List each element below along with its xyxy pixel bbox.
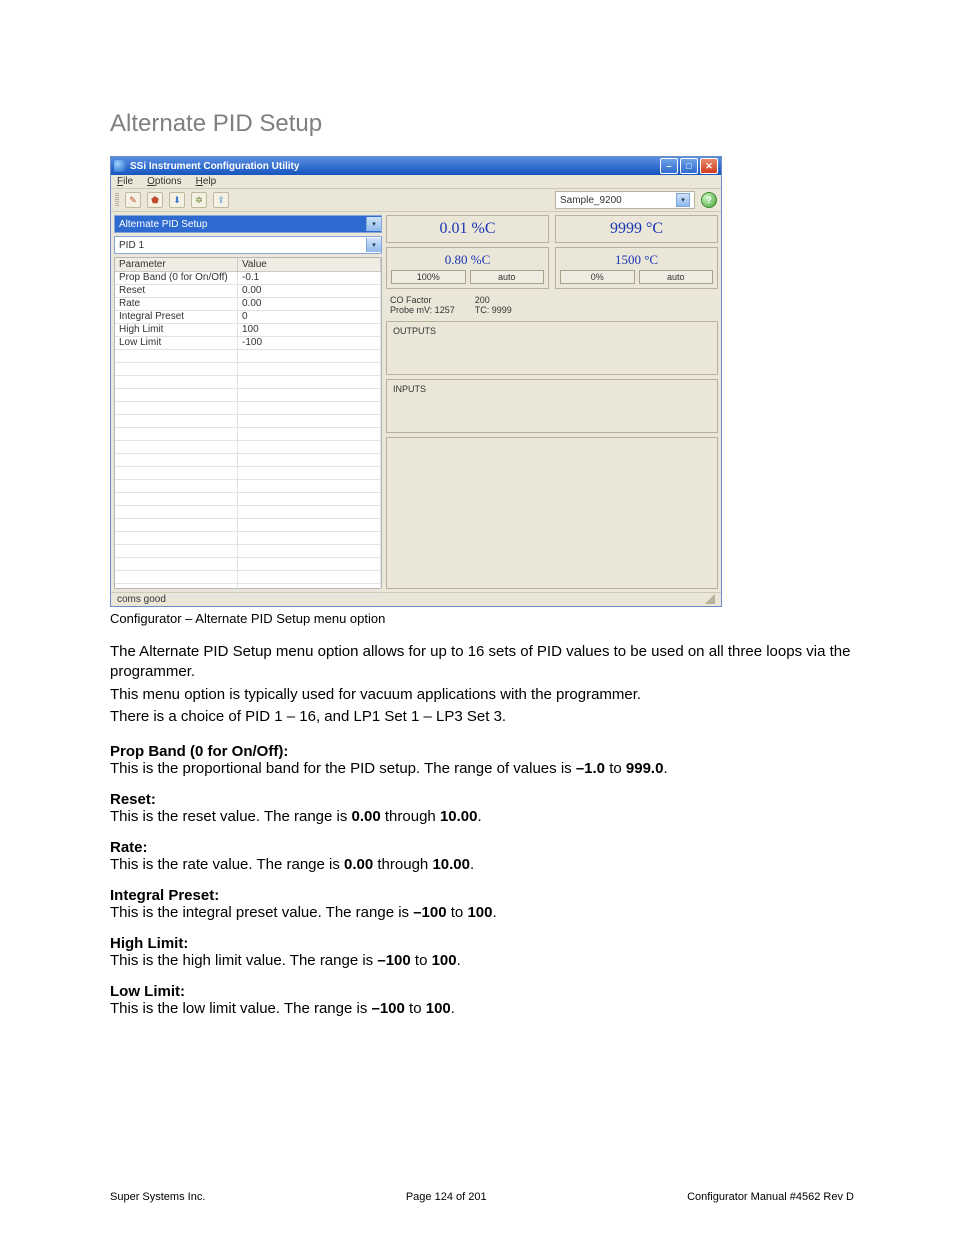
pv2-box: 9999 °C — [555, 215, 718, 243]
param-value: 0 — [238, 311, 381, 324]
sample-value: Sample_9200 — [560, 195, 622, 206]
stop-icon[interactable]: ⬟ — [147, 192, 163, 208]
table-row[interactable]: Integral Preset0 — [115, 311, 381, 324]
page-heading: Alternate PID Setup — [110, 110, 854, 138]
sp1-value: 0.80 %C — [391, 252, 544, 268]
pid-combo-value: PID 1 — [115, 240, 366, 251]
table-row[interactable]: High Limit100 — [115, 324, 381, 337]
help-icon[interactable]: ? — [701, 192, 717, 208]
col-parameter: Parameter — [115, 258, 238, 272]
window-title: SSi Instrument Configuration Utility — [130, 161, 299, 172]
param-name: Reset — [115, 285, 238, 298]
parameter-table: Parameter Value Prop Band (0 for On/Off)… — [114, 257, 382, 589]
titlebar: SSi Instrument Configuration Utility – □… — [111, 157, 721, 175]
connect-icon[interactable]: ✎ — [125, 192, 141, 208]
param-name: High Limit — [115, 324, 238, 337]
param-value: -100 — [238, 337, 381, 350]
param-name: Integral Preset — [115, 311, 238, 324]
intro-3: There is a choice of PID 1 – 16, and LP1… — [110, 707, 854, 727]
sample-selector[interactable]: Sample_9200 ▾ — [555, 191, 695, 209]
menu-options[interactable]: Options — [147, 176, 181, 187]
toolbar-grip — [115, 193, 119, 207]
pv1-value: 0.01 %C — [391, 220, 544, 238]
pid-combo[interactable]: PID 1 ▾ — [114, 236, 382, 254]
menubar: File Options Help — [111, 175, 721, 189]
tc-label: TC: 9999 — [475, 305, 512, 315]
definition-body: This is the rate value. The range is 0.0… — [110, 856, 854, 873]
sp2-percent-button[interactable]: 0% — [560, 270, 635, 284]
inputs-box: INPUTS — [386, 379, 718, 433]
footer-left: Super Systems Inc. — [110, 1191, 205, 1203]
definition-title: Integral Preset: — [110, 887, 854, 904]
param-name: Low Limit — [115, 337, 238, 350]
definition-body: This is the integral preset value. The r… — [110, 904, 854, 921]
footer-right: Configurator Manual #4562 Rev D — [687, 1191, 854, 1203]
sp1-auto-button[interactable]: auto — [470, 270, 545, 284]
pv1-box: 0.01 %C — [386, 215, 549, 243]
app-window: SSi Instrument Configuration Utility – □… — [110, 156, 722, 607]
upload-icon[interactable]: ⇪ — [213, 192, 229, 208]
intro-2: This menu option is typically used for v… — [110, 685, 854, 705]
param-value: 0.00 — [238, 285, 381, 298]
sp1-box: 0.80 %C 100% auto — [386, 247, 549, 289]
definition-title: Reset: — [110, 791, 854, 808]
definition-title: Low Limit: — [110, 983, 854, 1000]
outputs-label: OUTPUTS — [393, 326, 436, 336]
definition-body: This is the proportional band for the PI… — [110, 760, 854, 777]
page-footer: Super Systems Inc. Page 124 of 201 Confi… — [110, 1191, 854, 1203]
section-combo[interactable]: Alternate PID Setup ▾ — [114, 215, 382, 233]
menu-help[interactable]: Help — [196, 176, 217, 187]
chevron-down-icon[interactable]: ▾ — [366, 217, 381, 231]
figure-caption: Configurator – Alternate PID Setup menu … — [110, 611, 854, 626]
status-text: coms good — [117, 594, 166, 605]
gear-icon[interactable]: ✲ — [191, 192, 207, 208]
definition-body: This is the low limit value. The range i… — [110, 1000, 854, 1017]
definition-title: Prop Band (0 for On/Off): — [110, 743, 854, 760]
param-name: Prop Band (0 for On/Off) — [115, 272, 238, 285]
blank-panel — [386, 437, 718, 589]
app-icon — [114, 160, 126, 172]
param-value: 0.00 — [238, 298, 381, 311]
inputs-label: INPUTS — [393, 384, 426, 394]
sp2-auto-button[interactable]: auto — [639, 270, 714, 284]
sp2-box: 1500 °C 0% auto — [555, 247, 718, 289]
sp2-value: 1500 °C — [560, 252, 713, 268]
param-value: -0.1 — [238, 272, 381, 285]
close-button[interactable]: ✕ — [700, 158, 718, 174]
co-factor-label: CO Factor — [390, 295, 432, 305]
definition-title: Rate: — [110, 839, 854, 856]
maximize-button[interactable]: □ — [680, 158, 698, 174]
menu-file[interactable]: File — [117, 176, 133, 187]
col-value: Value — [238, 258, 381, 272]
co-factor-value: 200 — [475, 295, 490, 305]
download-icon[interactable]: ⬇ — [169, 192, 185, 208]
definition-body: This is the reset value. The range is 0.… — [110, 808, 854, 825]
table-row[interactable]: Prop Band (0 for On/Off)-0.1 — [115, 272, 381, 285]
table-row[interactable]: Reset0.00 — [115, 285, 381, 298]
intro-1: The Alternate PID Setup menu option allo… — [110, 642, 854, 683]
pv2-value: 9999 °C — [560, 220, 713, 238]
table-row[interactable]: Rate0.00 — [115, 298, 381, 311]
resize-grip-icon[interactable] — [705, 594, 715, 604]
param-value: 100 — [238, 324, 381, 337]
definition-title: High Limit: — [110, 935, 854, 952]
toolbar: ✎ ⬟ ⬇ ✲ ⇪ Sample_9200 ▾ ? — [111, 189, 721, 212]
definition-body: This is the high limit value. The range … — [110, 952, 854, 969]
probe-mv-label: Probe mV: 1257 — [390, 305, 455, 315]
chevron-down-icon[interactable]: ▾ — [676, 193, 690, 207]
sp1-percent-button[interactable]: 100% — [391, 270, 466, 284]
table-row[interactable]: Low Limit-100 — [115, 337, 381, 350]
section-combo-value: Alternate PID Setup — [115, 219, 366, 230]
minimize-button[interactable]: – — [660, 158, 678, 174]
footer-center: Page 124 of 201 — [406, 1191, 487, 1203]
param-name: Rate — [115, 298, 238, 311]
outputs-box: OUTPUTS — [386, 321, 718, 375]
chevron-down-icon[interactable]: ▾ — [366, 238, 381, 252]
info-row: CO Factor Probe mV: 1257 200 TC: 9999 — [386, 293, 718, 317]
